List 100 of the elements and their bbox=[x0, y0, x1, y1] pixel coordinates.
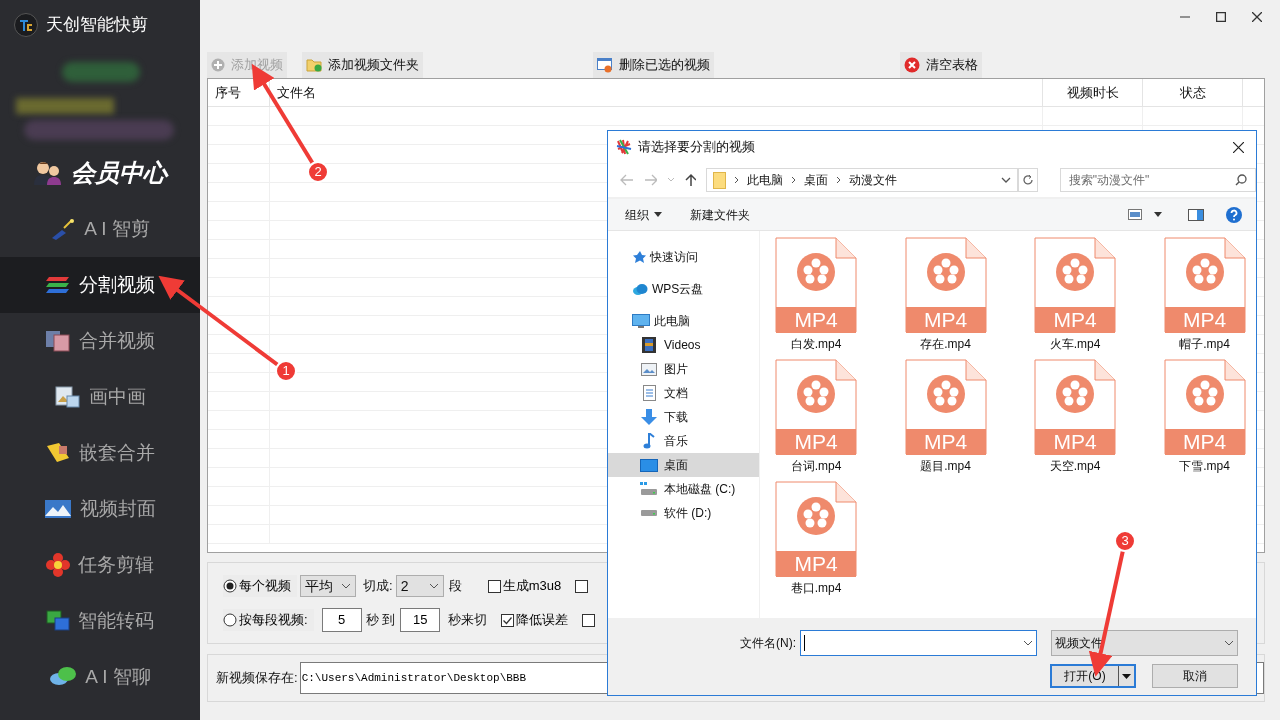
sidebar-item[interactable]: 智能转码 bbox=[0, 593, 200, 649]
nav-item[interactable]: 软件 (D:) bbox=[608, 501, 759, 525]
nav-item[interactable]: Videos bbox=[608, 333, 759, 357]
chat-bubbles-icon bbox=[49, 666, 78, 688]
column-header[interactable]: 视频时长 bbox=[1043, 79, 1143, 106]
checkbox-label[interactable]: 生成m3u8 bbox=[502, 576, 562, 596]
radio-button[interactable]: 每个视频 bbox=[223, 575, 297, 597]
chevron-down-icon bbox=[428, 583, 439, 589]
sidebar-item[interactable]: 任务剪辑 bbox=[0, 537, 200, 593]
file-type-label: MP4 bbox=[793, 429, 839, 455]
column-header[interactable]: 状态 bbox=[1143, 79, 1243, 106]
view-icon[interactable] bbox=[1128, 209, 1142, 220]
checkbox-label[interactable]: 降低误差 bbox=[516, 610, 569, 630]
toolbar-button[interactable]: 添加视频文件夹 bbox=[302, 52, 423, 78]
close-icon[interactable] bbox=[1252, 12, 1262, 22]
file-item[interactable]: MP4 巷口.mp4 bbox=[775, 481, 857, 597]
new-folder-button[interactable]: 新建文件夹 bbox=[690, 205, 750, 224]
caret-icon[interactable] bbox=[1154, 212, 1162, 217]
checkbox[interactable] bbox=[575, 579, 589, 593]
chevron-right-icon bbox=[734, 176, 740, 184]
refresh-button[interactable] bbox=[1018, 168, 1038, 192]
column-header[interactable]: 文件名 bbox=[270, 79, 1043, 106]
monitor-icon bbox=[632, 313, 650, 329]
music-note-icon bbox=[643, 433, 655, 449]
sidebar-item[interactable]: 视频封面 bbox=[0, 481, 200, 537]
filename-field[interactable] bbox=[800, 630, 1037, 656]
sidebar-item[interactable]: 嵌套合并 bbox=[0, 425, 200, 481]
help-icon[interactable] bbox=[1226, 206, 1242, 223]
toolbar-button[interactable]: 删除已选的视频 bbox=[593, 52, 714, 78]
chevron-down-icon[interactable] bbox=[1001, 177, 1012, 183]
label: 切成: bbox=[363, 577, 393, 596]
file-item[interactable]: MP4 白发.mp4 bbox=[775, 237, 857, 353]
file-name: 题目.mp4 bbox=[920, 458, 971, 475]
file-name: 台词.mp4 bbox=[790, 458, 842, 475]
video-file-icon bbox=[775, 237, 857, 333]
nav-item[interactable]: 此电脑 bbox=[608, 309, 759, 333]
caret-icon bbox=[1122, 673, 1131, 679]
nav-item[interactable]: 文档 bbox=[608, 381, 759, 405]
preview-pane-icon[interactable] bbox=[1188, 208, 1204, 221]
checkbox[interactable] bbox=[487, 579, 501, 593]
file-type-label: MP4 bbox=[1052, 429, 1098, 455]
nav-item[interactable]: 本地磁盘 (C:) bbox=[608, 477, 759, 501]
radio-button[interactable]: 按每段视频: bbox=[223, 609, 314, 631]
file-item[interactable]: MP4 火车.mp4 bbox=[1034, 237, 1116, 353]
checkbox[interactable] bbox=[582, 613, 596, 627]
checkbox[interactable] bbox=[501, 613, 515, 627]
search-field[interactable]: 搜索"动漫文件" bbox=[1059, 168, 1256, 192]
file-item[interactable]: MP4 帽子.mp4 bbox=[1163, 237, 1246, 353]
nav-item[interactable]: 图片 bbox=[608, 357, 759, 381]
sidebar-item[interactable]: 画中画 bbox=[0, 369, 200, 425]
split-dropdown-button[interactable] bbox=[1118, 666, 1134, 686]
label: 秒来切 bbox=[448, 611, 488, 630]
breadcrumb[interactable]: 此电脑 bbox=[747, 171, 784, 189]
address-bar[interactable]: 此电脑 桌面 动漫文件 bbox=[706, 168, 1019, 192]
file-item[interactable]: MP4 题目.mp4 bbox=[904, 359, 987, 475]
toolbar-button[interactable]: 清空表格 bbox=[900, 52, 982, 78]
chevron-right-icon bbox=[791, 176, 797, 184]
maximize-icon[interactable] bbox=[1216, 12, 1226, 22]
dropdown[interactable]: 2 bbox=[395, 575, 444, 597]
video-file-icon bbox=[1034, 359, 1116, 455]
file-type-label: MP4 bbox=[793, 551, 839, 577]
nav-item[interactable]: 快速访问 bbox=[608, 245, 759, 269]
video-file-icon bbox=[904, 237, 987, 333]
dropdown[interactable]: 平均 bbox=[300, 575, 356, 597]
organize-menu-button[interactable]: 组织 bbox=[625, 205, 662, 224]
nav-item[interactable]: 音乐 bbox=[608, 429, 759, 453]
video-file-icon bbox=[1034, 237, 1116, 333]
breadcrumb[interactable]: 动漫文件 bbox=[849, 171, 898, 189]
cancel-button[interactable]: 取消 bbox=[1152, 664, 1238, 688]
close-icon[interactable] bbox=[1233, 141, 1244, 153]
screens-icon bbox=[46, 610, 70, 632]
sidebar-item[interactable]: A I 智聊 bbox=[0, 649, 200, 705]
sidebar-item[interactable]: 分割视频 bbox=[0, 257, 200, 313]
sidebar-item[interactable]: 会员中心 bbox=[0, 145, 200, 201]
chevron-down-icon bbox=[341, 583, 351, 589]
file-item[interactable]: MP4 台词.mp4 bbox=[775, 359, 857, 475]
file-item[interactable]: MP4 下雪.mp4 bbox=[1163, 359, 1246, 475]
nav-item[interactable]: 下载 bbox=[608, 405, 759, 429]
video-file-icon bbox=[775, 359, 857, 455]
folder-add-icon bbox=[306, 58, 322, 72]
breadcrumb[interactable]: 桌面 bbox=[804, 171, 829, 189]
sidebar-item[interactable]: 合并视频 bbox=[0, 313, 200, 369]
video-file-icon bbox=[1163, 237, 1246, 333]
file-name: 帽子.mp4 bbox=[1179, 336, 1230, 353]
sidebar-item[interactable]: A I 智剪 bbox=[0, 201, 200, 257]
nav-item[interactable]: 桌面 bbox=[608, 453, 759, 477]
desktop-icon bbox=[640, 458, 658, 472]
file-name: 下雪.mp4 bbox=[1179, 458, 1230, 475]
file-item[interactable]: MP4 天空.mp4 bbox=[1034, 359, 1116, 475]
picture-in-picture-icon bbox=[54, 386, 81, 408]
number-field[interactable]: 15 bbox=[400, 608, 441, 632]
refresh-icon bbox=[1022, 174, 1035, 186]
up-arrow-icon[interactable] bbox=[684, 173, 697, 187]
dialog-title: 请选择要分割的视频 bbox=[638, 138, 756, 157]
number-field[interactable]: 5 bbox=[321, 608, 362, 632]
file-type-label: MP4 bbox=[922, 429, 969, 455]
column-header[interactable]: 序号 bbox=[208, 79, 270, 106]
file-item[interactable]: MP4 存在.mp4 bbox=[904, 237, 987, 353]
file-type-label: MP4 bbox=[793, 307, 839, 333]
nav-item[interactable]: WPS云盘 bbox=[608, 277, 759, 301]
